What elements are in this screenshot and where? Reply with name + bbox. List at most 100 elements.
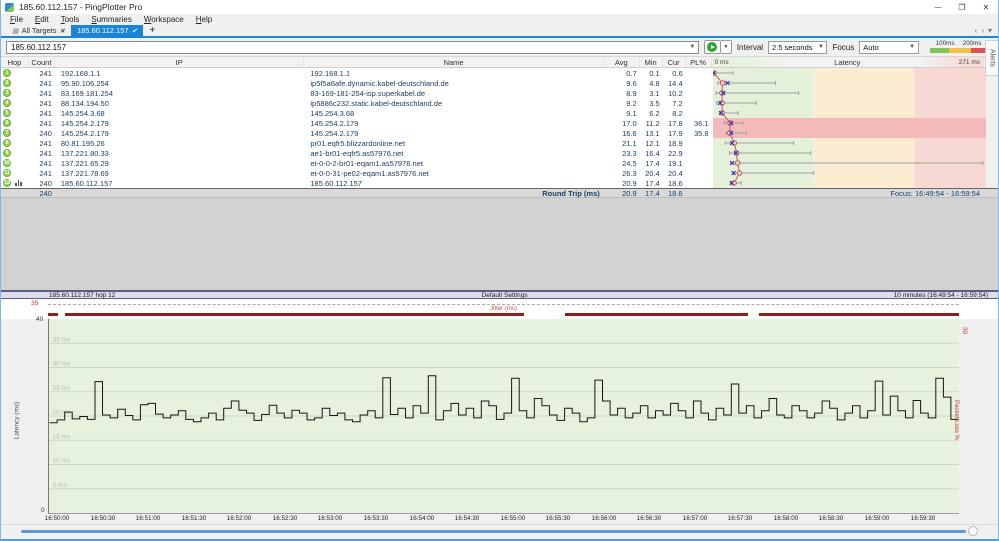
y-axis-max: 40 xyxy=(36,316,44,323)
avg-cell: 8.9 xyxy=(626,88,637,98)
name-cell: 83-169-181-254-isp.superkabel.de xyxy=(310,88,426,98)
name-cell: 145.254.2.179 xyxy=(310,128,359,138)
y-axis-label: Latency (ms) xyxy=(13,401,21,439)
close-tab-icon[interactable] xyxy=(60,26,65,35)
tab-scroll-right-icon[interactable]: › xyxy=(981,26,984,35)
scrollbar-bar[interactable] xyxy=(21,530,966,533)
timeline-plot[interactable]: 35 ms 30 ms 25 ms 20 ms 15 ms 10 ms 5 ms xyxy=(48,319,959,514)
time-tick-label: 16:54:00 xyxy=(409,515,435,522)
name-cell: 145.254.2.179 xyxy=(310,118,359,128)
menu-item-edit[interactable]: Edit xyxy=(29,15,55,24)
row-gutter xyxy=(984,138,998,148)
time-tick-label: 16:51:00 xyxy=(135,515,161,522)
target-address-input[interactable] xyxy=(7,42,687,52)
ip-cell: 137.221.78.69 xyxy=(60,168,109,178)
packet-loss-cell xyxy=(686,98,712,108)
avg-cell: 9.2 xyxy=(626,98,637,108)
interval-select[interactable]: 2.5 seconds ▼ xyxy=(768,40,828,54)
time-tick-label: 16:57:00 xyxy=(682,515,708,522)
column-header-pl[interactable]: PL% xyxy=(686,57,712,67)
maximize-button[interactable] xyxy=(950,0,974,14)
row-gutter xyxy=(984,108,998,118)
cur-cell: 18.6 xyxy=(668,178,683,188)
alerts-side-tab[interactable]: Alerts xyxy=(985,40,998,76)
cur-cell: 17.8 xyxy=(668,118,683,128)
jitter-strip: 35 Jitter (ms) xyxy=(1,299,998,319)
name-cell: ip5f5a6afe.dynamic.kabel-deutschland.de xyxy=(310,78,449,88)
tab-all-targets[interactable]: All Targets xyxy=(6,25,71,36)
target-address-combobox[interactable]: ▼ xyxy=(6,40,699,54)
count-cell: 241 xyxy=(39,158,52,168)
row-gutter xyxy=(984,158,998,168)
hop-cell: 8 xyxy=(1,138,29,148)
new-tab-button[interactable]: + xyxy=(143,25,161,36)
min-cell: 20.4 xyxy=(645,168,660,178)
close-button[interactable] xyxy=(974,0,998,14)
time-tick-label: 16:58:00 xyxy=(773,515,799,522)
summary-count: 240 xyxy=(39,188,52,198)
min-cell: 12.1 xyxy=(645,138,660,148)
hop-cell: 11 xyxy=(1,168,29,178)
row-gutter xyxy=(984,178,998,188)
jitter-scale-label: 35 xyxy=(31,300,39,307)
packet-loss-cell: 35.8 xyxy=(693,128,709,138)
tab-scroll-left-icon[interactable]: ‹ xyxy=(975,26,978,35)
cur-cell: 20.4 xyxy=(668,168,683,178)
time-tick-label: 16:55:30 xyxy=(545,515,571,522)
menu-item-summaries[interactable]: Summaries xyxy=(85,15,137,24)
tab-target-active[interactable]: 185.60.112.157 xyxy=(70,25,144,36)
hop-cell: 10 xyxy=(1,158,29,168)
latency-scale-max: 271 ms xyxy=(958,58,981,66)
hop-number-badge: 2 xyxy=(3,79,11,87)
title-bar: 185.60.112.157 - PingPlotter Pro xyxy=(1,0,998,14)
min-cell: 13.1 xyxy=(645,128,660,138)
svg-text:15 ms: 15 ms xyxy=(53,433,71,440)
avg-cell: 9.6 xyxy=(626,78,637,88)
avg-cell: 24.5 xyxy=(622,158,637,168)
ip-cell: 145.254.3.68 xyxy=(60,108,105,118)
hop-cell: 1 xyxy=(1,68,29,78)
packet-loss-cell xyxy=(686,78,712,88)
name-cell: et-0-0-31-pe02-eqam1.as57976.net xyxy=(310,168,429,178)
timeline-scrollbar[interactable] xyxy=(1,524,998,537)
packet-loss-cell xyxy=(686,178,712,188)
cur-cell: 14.4 xyxy=(668,78,683,88)
timeline-header[interactable]: 185.60.112.157 hop 12 Default Settings 1… xyxy=(1,290,998,299)
tab-list-icon[interactable]: ▾ xyxy=(988,26,992,35)
hop-number-badge: 8 xyxy=(3,139,11,147)
row-gutter xyxy=(984,98,998,108)
packet-loss-cell xyxy=(686,68,712,78)
check-icon xyxy=(132,26,138,35)
menu-item-file[interactable]: File xyxy=(4,15,29,24)
timeline-settings-label: Default Settings xyxy=(481,291,528,299)
column-header-avg[interactable]: Avg xyxy=(604,57,640,67)
cur-cell: 7.2 xyxy=(672,98,683,108)
menu-item-workspace[interactable]: Workspace xyxy=(138,15,190,24)
start-stop-button[interactable] xyxy=(703,40,721,54)
play-options-button[interactable]: ▼ xyxy=(720,40,732,54)
y-axis-min: 0 xyxy=(41,507,45,514)
column-header-name[interactable]: Name xyxy=(304,57,604,67)
focus-select[interactable]: Auto ▼ xyxy=(859,40,919,54)
hop-number-badge: 7 xyxy=(3,129,11,137)
name-cell: ae1-br01-eqfr5.as57976.net xyxy=(310,148,404,158)
row-gutter xyxy=(984,118,998,128)
column-header-cur[interactable]: Cur xyxy=(663,57,686,67)
column-header-count[interactable]: Count xyxy=(29,57,55,67)
packet-loss-cell xyxy=(686,108,712,118)
summary-min: 17.4 xyxy=(645,188,660,198)
menu-item-help[interactable]: Help xyxy=(190,15,218,24)
count-cell: 241 xyxy=(39,98,52,108)
column-header-min[interactable]: Min xyxy=(640,57,663,67)
legend-100ms-label: 100ms xyxy=(935,40,955,47)
app-icon xyxy=(5,2,14,12)
column-header-ip[interactable]: IP xyxy=(55,57,305,67)
menu-item-tools[interactable]: Tools xyxy=(55,15,86,24)
svg-text:5 ms: 5 ms xyxy=(53,482,68,489)
column-header-hop[interactable]: Hop xyxy=(1,57,29,67)
minimize-button[interactable] xyxy=(926,0,950,14)
scrollbar-handle[interactable] xyxy=(968,526,978,536)
legend-gradient-bar xyxy=(929,48,992,53)
ip-cell: 192.168.1.1 xyxy=(60,68,101,78)
chevron-down-icon[interactable]: ▼ xyxy=(687,44,698,50)
